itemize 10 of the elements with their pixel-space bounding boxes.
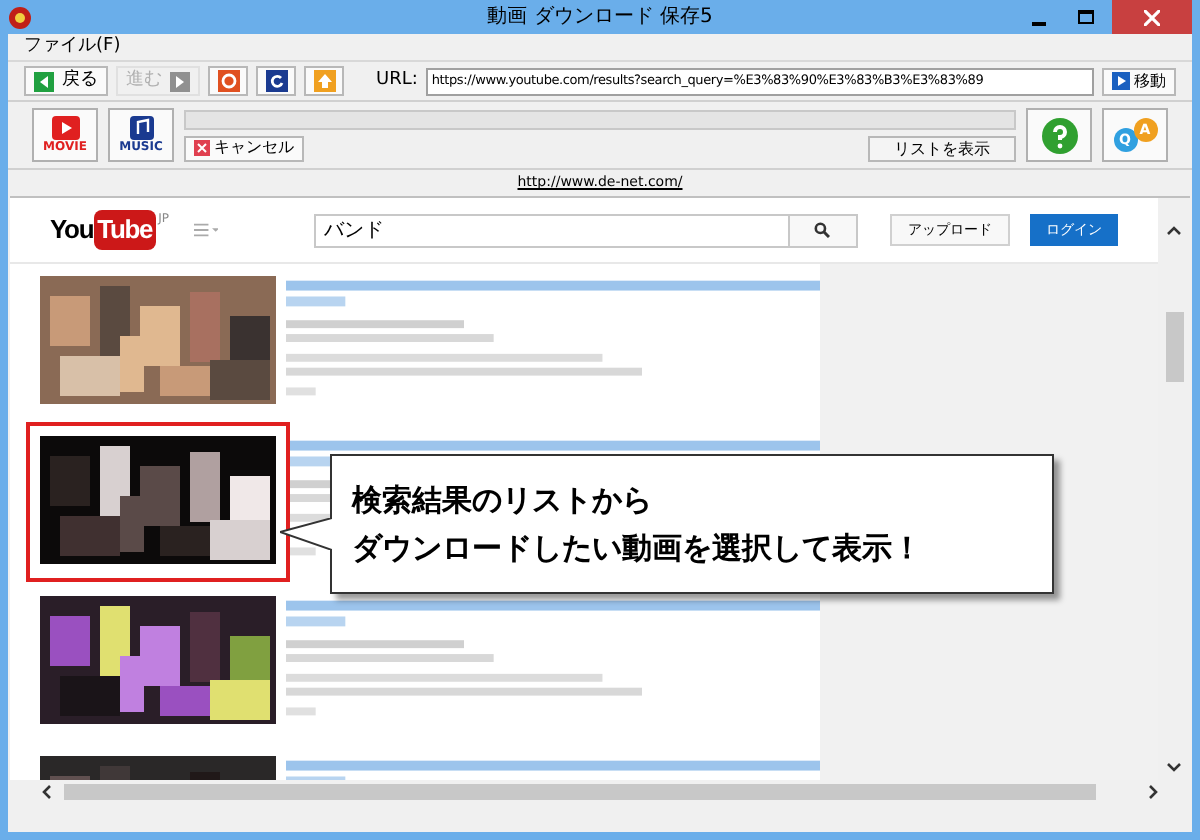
youtube-search-field[interactable]: バンド xyxy=(314,213,790,247)
menu-item[interactable]: ファイル(F) xyxy=(24,34,121,61)
callout-text: 検索結果のリストから xyxy=(352,480,654,522)
window-title: 動画 ダウンロード 保存5 xyxy=(487,4,713,32)
url-label: URL: xyxy=(376,67,418,94)
back-button[interactable]: 戻る xyxy=(24,66,108,96)
callout-text: ダウンロードしたい動画を選択して表示！ xyxy=(352,528,924,570)
cancel-button[interactable]: キャンセル xyxy=(184,135,304,161)
go-button[interactable]: 移動 xyxy=(1102,67,1176,95)
show-list-button[interactable]: リストを表示 xyxy=(868,135,1016,161)
